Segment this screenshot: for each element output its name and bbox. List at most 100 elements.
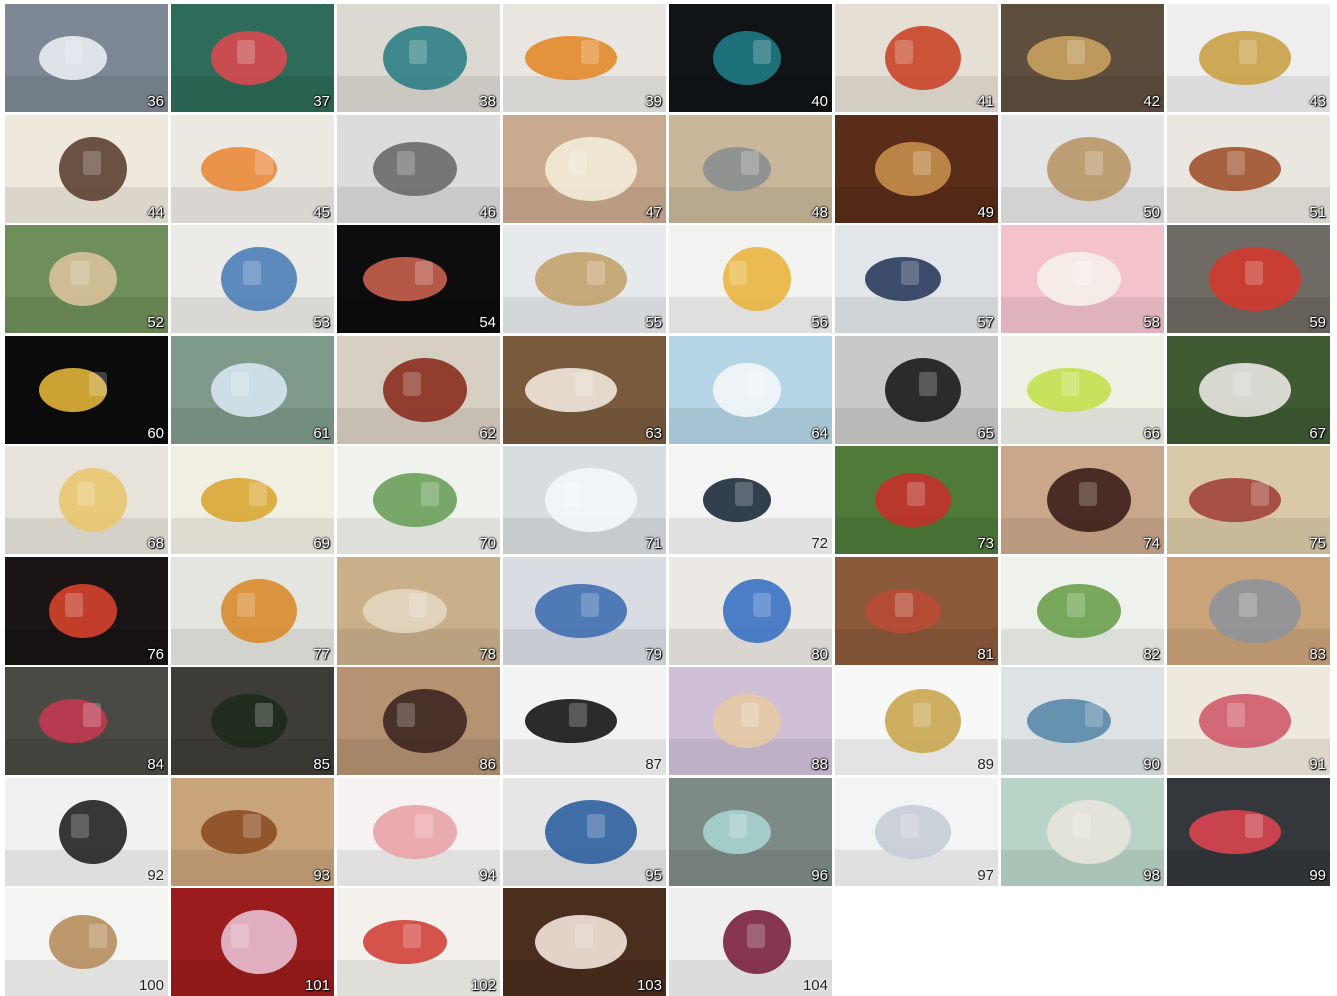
item-number: 80 [811, 646, 828, 663]
furoshiki-icon [503, 557, 666, 665]
item-number: 60 [147, 425, 164, 442]
product-thumbnail[interactable]: 104 [669, 888, 832, 996]
item-number: 56 [811, 314, 828, 331]
product-thumbnail[interactable]: 82 [1001, 557, 1164, 665]
product-thumbnail[interactable]: 78 [337, 557, 500, 665]
product-thumbnail[interactable]: 41 [835, 4, 998, 112]
product-thumbnail[interactable]: 96 [669, 778, 832, 886]
product-thumbnail[interactable]: 101 [171, 888, 334, 996]
product-thumbnail[interactable]: 47 [503, 115, 666, 223]
product-thumbnail[interactable]: 52 [5, 225, 168, 333]
product-thumbnail[interactable]: 76 [5, 557, 168, 665]
item-number: 90 [1143, 756, 1160, 773]
item-number: 69 [313, 535, 330, 552]
product-thumbnail[interactable]: 46 [337, 115, 500, 223]
product-thumbnail[interactable]: 68 [5, 446, 168, 554]
product-thumbnail[interactable]: 67 [1167, 336, 1330, 444]
supplement-sticks-icon [1167, 557, 1330, 665]
product-thumbnail[interactable]: 45 [171, 115, 334, 223]
product-thumbnail[interactable]: 37 [171, 4, 334, 112]
product-thumbnail[interactable]: 93 [171, 778, 334, 886]
shampoo-bottle-icon [171, 446, 334, 554]
item-number: 83 [1309, 646, 1326, 663]
product-thumbnail[interactable]: 59 [1167, 225, 1330, 333]
product-thumbnail[interactable]: 98 [1001, 778, 1164, 886]
product-thumbnail[interactable]: 94 [337, 778, 500, 886]
product-thumbnail[interactable]: 73 [835, 446, 998, 554]
product-thumbnail[interactable]: 55 [503, 225, 666, 333]
sanitizer-bottle-icon [669, 557, 832, 665]
item-number: 50 [1143, 204, 1160, 221]
product-thumbnail[interactable]: 81 [835, 557, 998, 665]
product-thumbnail[interactable]: 62 [337, 336, 500, 444]
product-thumbnail[interactable]: 85 [171, 667, 334, 775]
product-thumbnail[interactable]: 84 [5, 667, 168, 775]
product-thumbnail[interactable]: 87 [503, 667, 666, 775]
product-thumbnail[interactable]: 38 [337, 4, 500, 112]
product-thumbnail[interactable]: 64 [669, 336, 832, 444]
product-thumbnail[interactable]: 49 [835, 115, 998, 223]
item-number: 100 [138, 977, 164, 994]
product-thumbnail[interactable]: 90 [1001, 667, 1164, 775]
product-thumbnail[interactable]: 70 [337, 446, 500, 554]
product-thumbnail[interactable]: 61 [171, 336, 334, 444]
item-number: 102 [470, 977, 496, 994]
product-thumbnail[interactable]: 54 [337, 225, 500, 333]
product-thumbnail[interactable]: 79 [503, 557, 666, 665]
item-number: 59 [1309, 314, 1326, 331]
product-thumbnail[interactable]: 92 [5, 778, 168, 886]
product-thumbnail[interactable]: 48 [669, 115, 832, 223]
product-thumbnail[interactable]: 88 [669, 667, 832, 775]
item-number: 70 [479, 535, 496, 552]
product-thumbnail[interactable]: 44 [5, 115, 168, 223]
item-number: 62 [479, 425, 496, 442]
wallet-icon [171, 4, 334, 112]
product-thumbnail[interactable]: 43 [1167, 4, 1330, 112]
product-thumbnail[interactable]: 100 [5, 888, 168, 996]
product-thumbnail[interactable]: 86 [337, 667, 500, 775]
product-thumbnail[interactable]: 95 [503, 778, 666, 886]
product-thumbnail[interactable]: 63 [503, 336, 666, 444]
product-thumbnail[interactable]: 39 [503, 4, 666, 112]
item-number: 48 [811, 204, 828, 221]
product-thumbnail[interactable]: 83 [1167, 557, 1330, 665]
product-thumbnail[interactable]: 60 [5, 336, 168, 444]
product-thumbnail[interactable]: 58 [1001, 225, 1164, 333]
product-thumbnail[interactable]: 36 [5, 4, 168, 112]
product-thumbnail[interactable]: 65 [835, 336, 998, 444]
seaweed-pack-icon [171, 667, 334, 775]
item-number: 63 [645, 425, 662, 442]
soap-bar-icon [503, 115, 666, 223]
lotion-bottle-icon [1001, 557, 1164, 665]
product-thumbnail[interactable]: 66 [1001, 336, 1164, 444]
item-number: 99 [1309, 867, 1326, 884]
product-thumbnail[interactable]: 99 [1167, 778, 1330, 886]
product-thumbnail[interactable]: 42 [1001, 4, 1164, 112]
product-thumbnail[interactable]: 77 [171, 557, 334, 665]
item-number: 71 [645, 535, 662, 552]
product-thumbnail[interactable]: 91 [1167, 667, 1330, 775]
product-thumbnail[interactable]: 71 [503, 446, 666, 554]
product-thumbnail[interactable]: 51 [1167, 115, 1330, 223]
product-thumbnail[interactable]: 103 [503, 888, 666, 996]
jam-jar-icon [171, 225, 334, 333]
product-thumbnail[interactable]: 89 [835, 667, 998, 775]
product-thumbnail[interactable]: 50 [1001, 115, 1164, 223]
cutlery-icon [669, 115, 832, 223]
bamboo-flute-icon [835, 115, 998, 223]
product-thumbnail[interactable]: 40 [669, 4, 832, 112]
product-thumbnail[interactable]: 97 [835, 778, 998, 886]
item-number: 94 [479, 867, 496, 884]
product-thumbnail[interactable]: 74 [1001, 446, 1164, 554]
product-thumbnail[interactable]: 57 [835, 225, 998, 333]
broom-icon [1167, 446, 1330, 554]
product-thumbnail[interactable]: 102 [337, 888, 500, 996]
item-number: 76 [147, 646, 164, 663]
product-thumbnail[interactable]: 75 [1167, 446, 1330, 554]
product-thumbnail[interactable]: 56 [669, 225, 832, 333]
item-number: 54 [479, 314, 496, 331]
product-thumbnail[interactable]: 80 [669, 557, 832, 665]
product-thumbnail[interactable]: 69 [171, 446, 334, 554]
product-thumbnail[interactable]: 53 [171, 225, 334, 333]
product-thumbnail[interactable]: 72 [669, 446, 832, 554]
